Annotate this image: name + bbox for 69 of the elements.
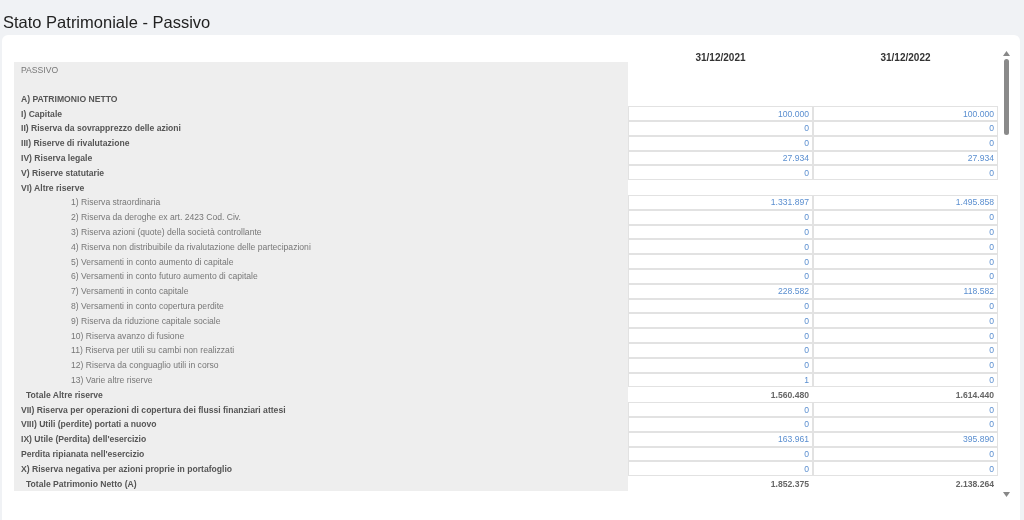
value-cell: 0 — [628, 121, 813, 136]
row-label: X) Riserva negativa per azioni proprie in portafoglio — [14, 461, 628, 477]
value-cell: 0 — [628, 313, 813, 329]
row-label: I) Capitale — [14, 106, 628, 121]
value-cell: 100.000 — [628, 106, 813, 121]
value-cell: 0 — [813, 121, 998, 136]
value-cell: 0 — [628, 254, 813, 269]
row-label: Totale Altre riserve — [14, 387, 628, 403]
row-label: 9) Riserva da riduzione capitale sociale — [14, 313, 628, 329]
value-cell: 395.890 — [813, 431, 998, 447]
value-cell: 0 — [628, 239, 813, 255]
value-cell: 0 — [813, 342, 998, 358]
value-cell: 0 — [628, 328, 813, 343]
total-cell-text: 2.138.264 — [954, 477, 995, 491]
total-cell-text: 1.614.440 — [954, 388, 995, 402]
row-label: V) Riserve statutarie — [14, 165, 628, 181]
total-cell-text: 1.560.480 — [769, 388, 810, 402]
value-cell: 0 — [628, 446, 813, 462]
value-cell: 0 — [813, 446, 998, 462]
value-cell: 0 — [813, 254, 998, 269]
value-cell: 0 — [628, 268, 813, 284]
value-cell: 0 — [628, 298, 813, 314]
row-label: 4) Riserva non distribuibile da rivalutazione delle partecipazioni — [14, 239, 628, 255]
section-label: PASSIVO — [14, 61, 628, 92]
row-label: VI) Altre riserve — [14, 180, 628, 195]
value-cell: 27.934 — [813, 150, 998, 166]
page-title: Stato Patrimoniale - Passivo — [2, 12, 212, 33]
value-cell: 0 — [813, 239, 998, 255]
row-label: A) PATRIMONIO NETTO — [14, 91, 628, 107]
value-cell: 1.495.858 — [813, 194, 998, 210]
value-cell: 0 — [813, 268, 998, 284]
value-cell: 228.582 — [628, 283, 813, 299]
total-cell-text: 1.852.375 — [769, 477, 810, 491]
value-cell: 0 — [813, 298, 998, 314]
value-cell: 0 — [813, 372, 998, 388]
value-cell: 0 — [628, 135, 813, 151]
value-cell: 0 — [813, 416, 998, 432]
value-cell: 0 — [628, 402, 813, 417]
value-cell: 0 — [813, 328, 998, 343]
value-cell: 0 — [813, 313, 998, 329]
value-cell: 0 — [628, 416, 813, 432]
value-cell: 0 — [628, 224, 813, 240]
value-cell: 0 — [813, 135, 998, 151]
value-cell: 1 — [628, 372, 813, 388]
scroll-up-icon[interactable] — [1002, 51, 1010, 56]
value-cell: 0 — [813, 224, 998, 240]
row-label: Totale Patrimonio Netto (A) — [14, 476, 628, 491]
value-cell: 1.331.897 — [628, 194, 813, 210]
value-cell: 0 — [813, 357, 998, 373]
scroll-down-icon[interactable] — [1002, 492, 1010, 497]
value-cell: 118.582 — [813, 283, 998, 299]
value-cell: 163.961 — [628, 431, 813, 447]
value-cell: 0 — [813, 461, 998, 477]
column-header: 31/12/2021 — [694, 50, 747, 65]
value-cell: 0 — [628, 357, 813, 373]
value-cell: 0 — [813, 165, 998, 181]
row-label: 10) Riserva avanzo di fusione — [14, 328, 628, 343]
value-cell: 0 — [628, 342, 813, 358]
scrollbar-thumb[interactable] — [1003, 59, 1009, 135]
value-cell: 0 — [813, 209, 998, 225]
value-cell: 27.934 — [628, 150, 813, 166]
value-cell: 0 — [628, 209, 813, 225]
column-header: 31/12/2022 — [879, 50, 932, 65]
row-label: 5) Versamenti in conto aumento di capitale — [14, 254, 628, 269]
value-cell: 0 — [628, 461, 813, 477]
value-cell: 100.000 — [813, 106, 998, 121]
row-label: VII) Riserva per operazioni di copertura dei flussi finanziari attesi — [14, 402, 628, 417]
value-cell: 0 — [628, 165, 813, 181]
value-cell: 0 — [813, 402, 998, 417]
